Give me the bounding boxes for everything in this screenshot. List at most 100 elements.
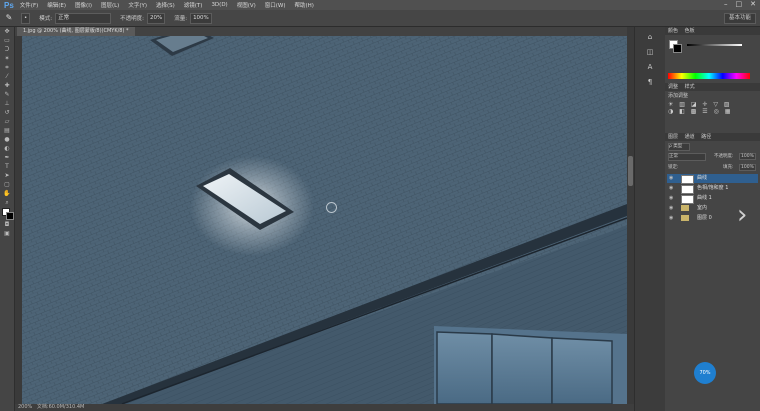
menu-image[interactable]: 图像(I) — [75, 1, 92, 9]
tab-swatches[interactable]: 色板 — [685, 28, 695, 34]
properties-icon[interactable]: ◫ — [645, 47, 655, 57]
folder-icon — [681, 205, 689, 211]
menu-bar: Ps 文件(F) 编辑(E) 图像(I) 图层(L) 文字(Y) 选择(S) 滤… — [0, 0, 760, 10]
eye-icon[interactable]: ◉ — [669, 214, 673, 223]
flow-label: 流量: — [174, 16, 188, 22]
minimize-button[interactable]: – — [724, 0, 728, 8]
layer-opacity-input[interactable]: 100% — [739, 153, 756, 160]
menu-view[interactable]: 视图(V) — [237, 1, 256, 9]
eye-icon[interactable]: ◉ — [669, 174, 673, 183]
character-icon[interactable]: A — [645, 62, 655, 72]
brush-icon[interactable]: ✎ — [4, 13, 14, 23]
layer-thumbnail — [681, 195, 694, 204]
eye-icon[interactable]: ◉ — [669, 204, 673, 213]
menu-type[interactable]: 文字(Y) — [128, 1, 147, 9]
gradient-tool-icon[interactable]: ▤ — [2, 127, 12, 135]
tab-layers[interactable]: 图层 — [668, 134, 678, 140]
menu-file[interactable]: 文件(F) — [20, 1, 38, 9]
window-controls: – □ ✕ — [724, 0, 756, 8]
adjustment-icons[interactable]: ☀ ▥ ◪ ✛ ▽ ▨ ◑ ◧ ▩ ☰ ◎ ▦ — [668, 101, 758, 115]
status-bar: 200% 文档:60.0M/310.4M — [15, 404, 634, 411]
tab-paths[interactable]: 路径 — [701, 134, 711, 140]
adjust-panel-header: 调整 样式 — [665, 83, 760, 91]
layer-name: 室内 — [697, 205, 708, 211]
layer-row[interactable]: ◉ 色相/饱和度 1 — [667, 184, 758, 194]
screen-mode-icon[interactable]: ▣ — [2, 230, 12, 238]
menu-help[interactable]: 帮助(H) — [295, 1, 314, 9]
history-brush-icon[interactable]: ↺ — [2, 109, 12, 117]
crop-tool-icon[interactable]: ⌗ — [2, 64, 12, 72]
k-slider[interactable] — [687, 44, 742, 46]
layer-name: 图层 0 — [697, 215, 712, 221]
layer-kind-filter[interactable]: ρ 类型 — [668, 143, 690, 151]
tab-adjustments[interactable]: 调整 — [668, 84, 678, 90]
mode-select[interactable]: 正常 — [55, 12, 112, 24]
close-button[interactable]: ✕ — [750, 0, 756, 8]
app-logo: Ps — [4, 0, 14, 10]
roof-image — [22, 36, 627, 404]
move-tool-icon[interactable]: ✥ — [2, 28, 12, 36]
stamp-tool-icon[interactable]: ⊥ — [2, 100, 12, 108]
tab-styles[interactable]: 样式 — [685, 84, 695, 90]
zoom-readout[interactable]: 200% — [18, 404, 32, 410]
lasso-tool-icon[interactable]: ᑐ — [2, 46, 12, 54]
menu-edit[interactable]: 编辑(E) — [47, 1, 66, 9]
blur-tool-icon[interactable]: ● — [2, 136, 12, 144]
layer-name: 色相/饱和度 1 — [697, 185, 729, 191]
history-icon[interactable]: ⌂ — [645, 32, 655, 42]
maximize-button[interactable]: □ — [736, 0, 743, 8]
progress-badge[interactable]: 70% — [694, 362, 716, 384]
mode-label: 模式: — [39, 16, 53, 22]
next-arrow-icon[interactable]: › — [737, 200, 753, 230]
hand-tool-icon[interactable]: ✋ — [2, 190, 12, 198]
menu-window[interactable]: 窗口(W) — [265, 1, 286, 9]
document-canvas[interactable] — [22, 36, 627, 404]
brush-preset-picker[interactable]: • — [21, 12, 31, 24]
background-color-swatch[interactable] — [673, 44, 682, 53]
adjust-heading: 添加调整 — [668, 93, 689, 99]
eye-icon[interactable]: ◉ — [669, 194, 673, 203]
marquee-tool-icon[interactable]: ▭ — [2, 37, 12, 45]
eye-icon[interactable]: ◉ — [669, 184, 673, 193]
vertical-scrollbar[interactable] — [627, 36, 634, 404]
layer-name: 曲线 1 — [697, 195, 712, 201]
document-tab[interactable]: 1.jpg @ 200% (曲线, 图层蒙版/8)(CMYK/8) * — [17, 27, 135, 36]
menu-layer[interactable]: 图层(L) — [101, 1, 119, 9]
eyedropper-icon[interactable]: ⁄ — [2, 73, 12, 81]
fill-input[interactable]: 100% — [739, 164, 756, 171]
scroll-thumb[interactable] — [628, 156, 633, 186]
doc-size: 文档:60.0M/310.4M — [36, 404, 85, 410]
paragraph-icon[interactable]: ¶ — [645, 77, 655, 87]
color-panel-header: 颜色 色板 — [665, 27, 760, 35]
folder-icon — [681, 215, 689, 221]
path-select-icon[interactable]: ➤ — [2, 172, 12, 180]
layer-row[interactable]: ◉ 曲线 — [667, 174, 758, 184]
layer-thumbnail — [681, 175, 694, 184]
color-spectrum[interactable] — [668, 73, 750, 79]
opacity-label: 不透明度: — [120, 16, 144, 22]
healing-brush-icon[interactable]: ✚ — [2, 82, 12, 90]
type-tool-icon[interactable]: T — [2, 163, 12, 171]
layers-panel-header: 图层 通道 路径 — [665, 133, 760, 141]
menu-filter[interactable]: 滤镜(T) — [184, 1, 203, 9]
magic-wand-icon[interactable]: ✶ — [2, 55, 12, 63]
panel-icon-strip: ⌂ ◫ A ¶ — [634, 27, 665, 411]
flow-input[interactable]: 100% — [190, 12, 212, 24]
blend-mode-select[interactable]: 正常 — [668, 153, 706, 161]
menu-select[interactable]: 选择(S) — [156, 1, 175, 9]
shape-tool-icon[interactable]: ▢ — [2, 181, 12, 189]
lock-label: 锁定: — [668, 165, 679, 170]
quick-mask-icon[interactable]: ◘ — [2, 221, 12, 229]
eraser-icon[interactable]: ▱ — [2, 118, 12, 126]
color-swatches-icon[interactable] — [2, 208, 14, 220]
workspace-select[interactable]: 基本功能 — [723, 13, 756, 24]
opacity-input[interactable]: 20% — [146, 12, 166, 24]
menu-3d[interactable]: 3D(D) — [211, 2, 227, 8]
tab-color[interactable]: 颜色 — [668, 28, 678, 34]
brush-tool-icon[interactable]: ✎ — [2, 91, 12, 99]
pen-tool-icon[interactable]: ✒ — [2, 154, 12, 162]
zoom-tool-icon[interactable]: ⌕ — [2, 199, 12, 207]
dodge-tool-icon[interactable]: ◐ — [2, 145, 12, 153]
cursor-circle-icon — [326, 202, 337, 213]
tab-channels[interactable]: 通道 — [685, 134, 695, 140]
